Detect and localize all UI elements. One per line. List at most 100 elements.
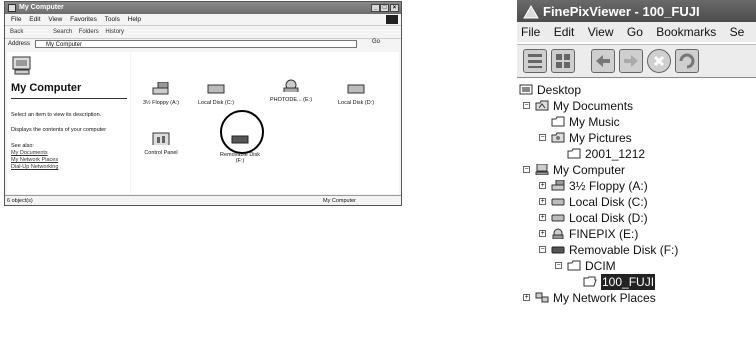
folder-icon [567, 148, 581, 159]
floppy-icon [551, 180, 565, 191]
tree-item-label: Removable Disk (F:) [569, 243, 679, 257]
folders-button[interactable]: Folders [79, 29, 99, 35]
history-button[interactable]: History [105, 29, 124, 35]
view-thumbnail-icon[interactable] [551, 49, 575, 73]
menu-file[interactable]: File [11, 16, 21, 23]
camera-drive-icon [283, 79, 299, 95]
drive-label: Local Disk (D:) [337, 100, 375, 106]
link-network-places[interactable]: My Network Places [11, 157, 58, 163]
harddisk-icon [347, 84, 365, 94]
view-list-icon[interactable] [523, 49, 547, 73]
tree-item-label: My Network Places [553, 291, 656, 305]
tree-item[interactable]: + Local Disk (D:) [517, 210, 756, 226]
collapse-icon[interactable]: − [539, 246, 546, 253]
menu-view[interactable]: View [588, 25, 614, 39]
tree-item-label: FINEPIX (E:) [569, 227, 639, 241]
toolbar: Back Search Folders History [5, 25, 401, 39]
tree-item-label: Local Disk (D:) [569, 211, 648, 225]
expand-icon[interactable]: + [539, 182, 546, 189]
tree-item[interactable]: 2001_1212 [517, 146, 756, 162]
menu-edit[interactable]: Edit [554, 25, 575, 39]
link-my-documents[interactable]: My Documents [11, 150, 48, 156]
menu-go[interactable]: Go [627, 25, 643, 39]
minimize-button[interactable]: _ [371, 4, 380, 12]
harddisk-icon [207, 84, 225, 94]
tree-item[interactable]: − My Pictures [517, 130, 756, 146]
harddisk-icon [551, 198, 565, 206]
camera-drive-icon [552, 228, 564, 239]
tree-item[interactable]: + FINEPIX (E:) [517, 226, 756, 242]
status-count: 6 object(s) [7, 198, 33, 204]
control-panel-icon [152, 132, 170, 147]
collapse-icon[interactable]: − [555, 262, 562, 269]
removable-disk-icon [551, 246, 565, 254]
address-label: Address [8, 41, 31, 47]
collapse-icon[interactable]: − [523, 102, 530, 109]
tree-item[interactable]: +3½ Floppy (A:) [517, 178, 756, 194]
harddisk-icon [551, 214, 565, 222]
maximize-button[interactable]: □ [380, 4, 389, 12]
tree-item[interactable]: My Music [517, 114, 756, 130]
menu-favorites[interactable]: Favorites [70, 16, 97, 23]
folder-tree: Desktop − My Documents My Music − My Pictures… [517, 78, 756, 351]
drive-photode-e[interactable]: PHOTODE... (E:) [266, 79, 316, 103]
drive-floppy-a[interactable]: 3½ Floppy (A:) [136, 81, 186, 106]
menu-bookmarks[interactable]: Bookmarks [656, 25, 716, 39]
computer-icon [8, 4, 16, 12]
computer-icon [12, 56, 31, 75]
collapse-icon[interactable]: − [539, 134, 546, 141]
title-bar: FinePixViewer - 100_FUJI [517, 0, 756, 23]
link-dialup[interactable]: Dial-Up Networking [11, 164, 58, 170]
drive-local-c[interactable]: Local Disk (C:) [191, 82, 241, 106]
stop-icon[interactable] [647, 49, 671, 73]
collapse-icon[interactable]: − [523, 166, 530, 173]
expand-icon[interactable]: + [539, 198, 546, 205]
panel-title: My Computer [11, 82, 82, 94]
back-button[interactable]: Back [10, 29, 23, 35]
menu-view[interactable]: View [48, 16, 62, 23]
tree-item-label: My Music [569, 115, 620, 129]
tree-item-label: Local Disk (C:) [569, 195, 648, 209]
expand-icon[interactable]: + [523, 294, 530, 301]
status-bar: 6 object(s) My Computer [5, 195, 401, 206]
drive-label: Control Panel [144, 150, 178, 156]
back-arrow-icon[interactable] [591, 49, 615, 73]
menu-edit[interactable]: Edit [29, 16, 40, 23]
pictures-folder-icon [551, 132, 565, 143]
desktop-icon [519, 84, 533, 95]
menu-help[interactable]: Help [128, 16, 141, 23]
control-panel[interactable]: Control Panel [136, 132, 186, 156]
window-title: My Computer [19, 4, 64, 11]
tree-item[interactable]: 100_FUJI [517, 274, 756, 290]
divider [11, 98, 127, 99]
tree-item-label: 2001_1212 [585, 147, 646, 161]
refresh-icon[interactable] [675, 49, 699, 73]
menu-file[interactable]: File [521, 25, 540, 39]
menu-search[interactable]: Se [730, 25, 745, 39]
go-button[interactable]: Go [372, 39, 380, 45]
search-button[interactable]: Search [53, 29, 72, 35]
tree-item[interactable]: Desktop [517, 82, 756, 98]
tree-item[interactable]: − DCIM [517, 258, 756, 274]
expand-icon[interactable]: + [539, 214, 546, 221]
drive-area: 3½ Floppy (A:) Local Disk (C:) PHOTODE..… [131, 52, 399, 194]
network-icon [535, 292, 549, 303]
tree-item[interactable]: − Removable Disk (F:) [517, 242, 756, 258]
forward-arrow-icon[interactable] [619, 49, 643, 73]
tree-item-label: My Pictures [569, 131, 632, 145]
finepixviewer-window: FinePixViewer - 100_FUJI File Edit View … [517, 0, 756, 351]
expand-icon[interactable]: + [539, 230, 546, 237]
tree-item[interactable]: − My Documents [517, 98, 756, 114]
tree-item[interactable]: + Local Disk (C:) [517, 194, 756, 210]
app-logo-icon [523, 5, 539, 19]
drive-local-d[interactable]: Local Disk (D:) [331, 82, 381, 106]
highlight-circle [220, 110, 264, 154]
open-folder-icon [583, 276, 597, 287]
tree-item[interactable]: − My Computer [517, 162, 756, 178]
address-input[interactable]: My Computer [35, 40, 357, 48]
close-button[interactable]: × [390, 4, 399, 12]
windows-logo-icon [386, 15, 398, 24]
tree-item[interactable]: + My Network Places [517, 290, 756, 306]
menu-tools[interactable]: Tools [105, 16, 120, 23]
drive-label: Local Disk (C:) [197, 100, 235, 106]
